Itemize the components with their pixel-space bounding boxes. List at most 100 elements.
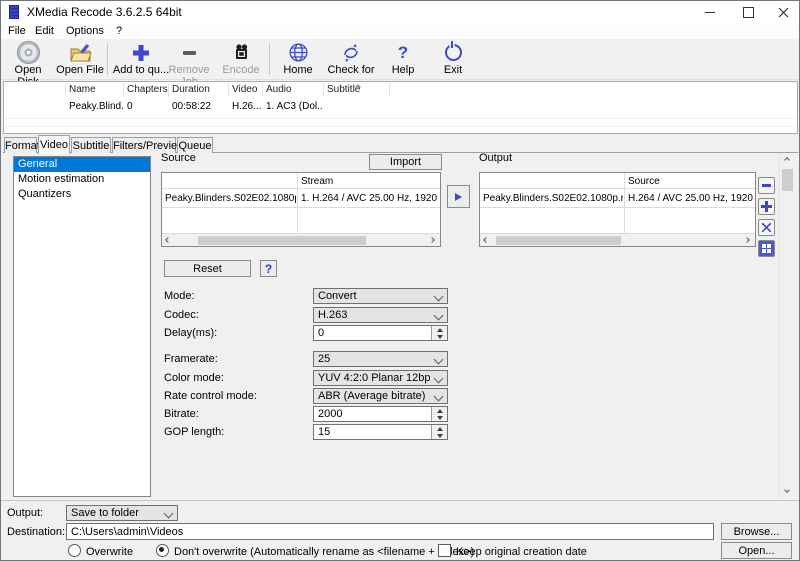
- output-h-scrollbar[interactable]: [480, 233, 755, 246]
- output-mode-select[interactable]: Save to folder: [66, 505, 178, 521]
- rate-control-select[interactable]: ABR (Average bitrate): [313, 388, 448, 404]
- chevron-down-icon: [434, 355, 444, 365]
- reset-button[interactable]: Reset: [164, 260, 251, 277]
- spin-buttons: [431, 407, 447, 421]
- dont-overwrite-radio[interactable]: Don't overwrite (Automatically rename as…: [156, 544, 474, 558]
- menu-file[interactable]: File: [8, 23, 26, 39]
- transfer-stream-button[interactable]: [447, 185, 470, 208]
- minus-icon: [183, 51, 196, 55]
- codec-select[interactable]: H.263: [313, 307, 448, 323]
- encode-camera-icon: [232, 43, 251, 62]
- add-stream-button[interactable]: [758, 198, 775, 215]
- column-header-video[interactable]: Video: [229, 82, 262, 98]
- radio-checked-icon: [156, 544, 169, 557]
- column-header-name[interactable]: Name: [66, 82, 123, 98]
- job-list[interactable]: Name Chapters Duration Video Audio Subti…: [3, 81, 798, 134]
- source-file-cell[interactable]: Peaky.Blinders.S02E02.1080p.ru...: [165, 192, 296, 205]
- home-button[interactable]: Home: [274, 41, 322, 78]
- remove-stream-button[interactable]: [758, 177, 775, 194]
- destination-field-wrap: [66, 523, 714, 540]
- scroll-thumb[interactable]: [198, 236, 366, 245]
- color-mode-select[interactable]: YUV 4:2:0 Planar 12bpp: [313, 370, 448, 386]
- scroll-thumb[interactable]: [782, 169, 793, 191]
- job-subtitle: [324, 100, 384, 114]
- scroll-down-icon[interactable]: [784, 487, 790, 493]
- video-settings-listbox: General Motion estimation Quantizers: [13, 156, 151, 497]
- output-stream-cell[interactable]: H.264 / AVC 25.00 Hz, 1920 x 108: [628, 192, 754, 205]
- close-button[interactable]: [767, 1, 799, 23]
- spin-down-icon[interactable]: [432, 414, 447, 421]
- tab-queue[interactable]: Queue: [177, 137, 213, 153]
- refresh-icon: [341, 44, 361, 62]
- column-header-chapters[interactable]: Chapters: [124, 82, 168, 98]
- delay-stepper[interactable]: [313, 325, 448, 341]
- source-stream-cell[interactable]: 1. H.264 / AVC 25.00 Hz, 1920 x 1080: [301, 192, 439, 205]
- field-help-button[interactable]: ?: [260, 260, 277, 277]
- column-header-audio[interactable]: Audio: [263, 82, 323, 98]
- clear-streams-button[interactable]: [758, 219, 775, 236]
- tab-video[interactable]: Video: [38, 135, 70, 154]
- sidebar-item-motion-estimation[interactable]: Motion estimation: [14, 172, 150, 187]
- add-to-queue-label: Add to qu...: [112, 64, 170, 76]
- gop-length-input[interactable]: [314, 425, 430, 439]
- scroll-left-icon[interactable]: [483, 237, 489, 243]
- minimize-button[interactable]: [695, 1, 725, 23]
- column-header-duration[interactable]: Duration: [169, 82, 228, 98]
- output-stream-table[interactable]: Source Peaky.Blinders.S02E02.1080p.rus.L…: [479, 172, 756, 247]
- scroll-left-icon[interactable]: [165, 237, 171, 243]
- help-button[interactable]: ? Help: [382, 41, 424, 78]
- framerate-select[interactable]: 25: [313, 351, 448, 367]
- scroll-thumb[interactable]: [496, 236, 621, 245]
- open-file-button[interactable]: Open File: [55, 41, 105, 78]
- power-icon: [445, 44, 462, 61]
- window-title: XMedia Recode 3.6.2.5 64bit: [27, 1, 182, 23]
- mode-select[interactable]: Convert: [313, 288, 448, 304]
- panel-v-scrollbar[interactable]: [779, 153, 794, 498]
- chevron-down-icon: [434, 374, 444, 384]
- destination-input[interactable]: [67, 524, 713, 539]
- source-h-scrollbar[interactable]: [162, 233, 440, 246]
- chevron-down-icon: [434, 392, 444, 402]
- bitrate-stepper[interactable]: [313, 406, 448, 422]
- gop-length-stepper[interactable]: [313, 424, 448, 440]
- open-button[interactable]: Open...: [721, 542, 792, 559]
- maximize-button[interactable]: [733, 1, 763, 23]
- exit-button[interactable]: Exit: [431, 41, 475, 78]
- tab-subtitle[interactable]: Subtitle: [71, 137, 111, 153]
- menu-options[interactable]: Options: [66, 23, 104, 39]
- exit-label: Exit: [431, 64, 475, 76]
- scroll-right-icon[interactable]: [429, 237, 435, 243]
- check-for-updates-button[interactable]: Check for ...: [323, 41, 379, 78]
- encode-button: Encode: [217, 41, 265, 78]
- keep-date-checkbox[interactable]: Keep original creation date: [438, 544, 587, 558]
- sidebar-item-quantizers[interactable]: Quantizers: [14, 187, 150, 202]
- menu-help[interactable]: ?: [116, 23, 122, 39]
- close-icon: [778, 7, 789, 18]
- scroll-up-icon[interactable]: [784, 157, 790, 163]
- arrange-streams-button[interactable]: [758, 240, 775, 257]
- tab-filters-preview[interactable]: Filters/Preview: [112, 137, 176, 153]
- overwrite-radio[interactable]: Overwrite: [68, 544, 133, 558]
- tab-format[interactable]: Format: [4, 137, 37, 153]
- spin-down-icon[interactable]: [432, 432, 447, 439]
- question-icon: ?: [398, 44, 408, 61]
- menu-edit[interactable]: Edit: [35, 23, 54, 39]
- delay-input[interactable]: [314, 326, 430, 340]
- column-header-subtitle[interactable]: Subtitle: [324, 82, 384, 98]
- browse-button[interactable]: Browse...: [721, 523, 792, 540]
- spin-down-icon[interactable]: [432, 333, 447, 340]
- sidebar-item-general[interactable]: General: [14, 157, 150, 172]
- output-file-cell[interactable]: Peaky.Blinders.S02E02.1080p.rus.Lo...: [483, 192, 623, 205]
- output-mode-label: Output:: [7, 507, 43, 519]
- bitrate-input[interactable]: [314, 407, 430, 421]
- scroll-right-icon[interactable]: [744, 237, 750, 243]
- source-stream-table[interactable]: Stream Peaky.Blinders.S02E02.1080p.ru...…: [161, 172, 441, 247]
- add-to-queue-button[interactable]: Add to qu...: [112, 41, 170, 78]
- home-label: Home: [274, 64, 322, 76]
- folder-icon: [69, 43, 92, 63]
- open-disk-button[interactable]: Open Disk: [3, 41, 53, 78]
- destination-label: Destination:: [7, 526, 65, 538]
- chevron-down-icon: [164, 509, 174, 519]
- job-name: Peaky.Blind...: [66, 100, 123, 114]
- import-button[interactable]: Import: [369, 154, 442, 170]
